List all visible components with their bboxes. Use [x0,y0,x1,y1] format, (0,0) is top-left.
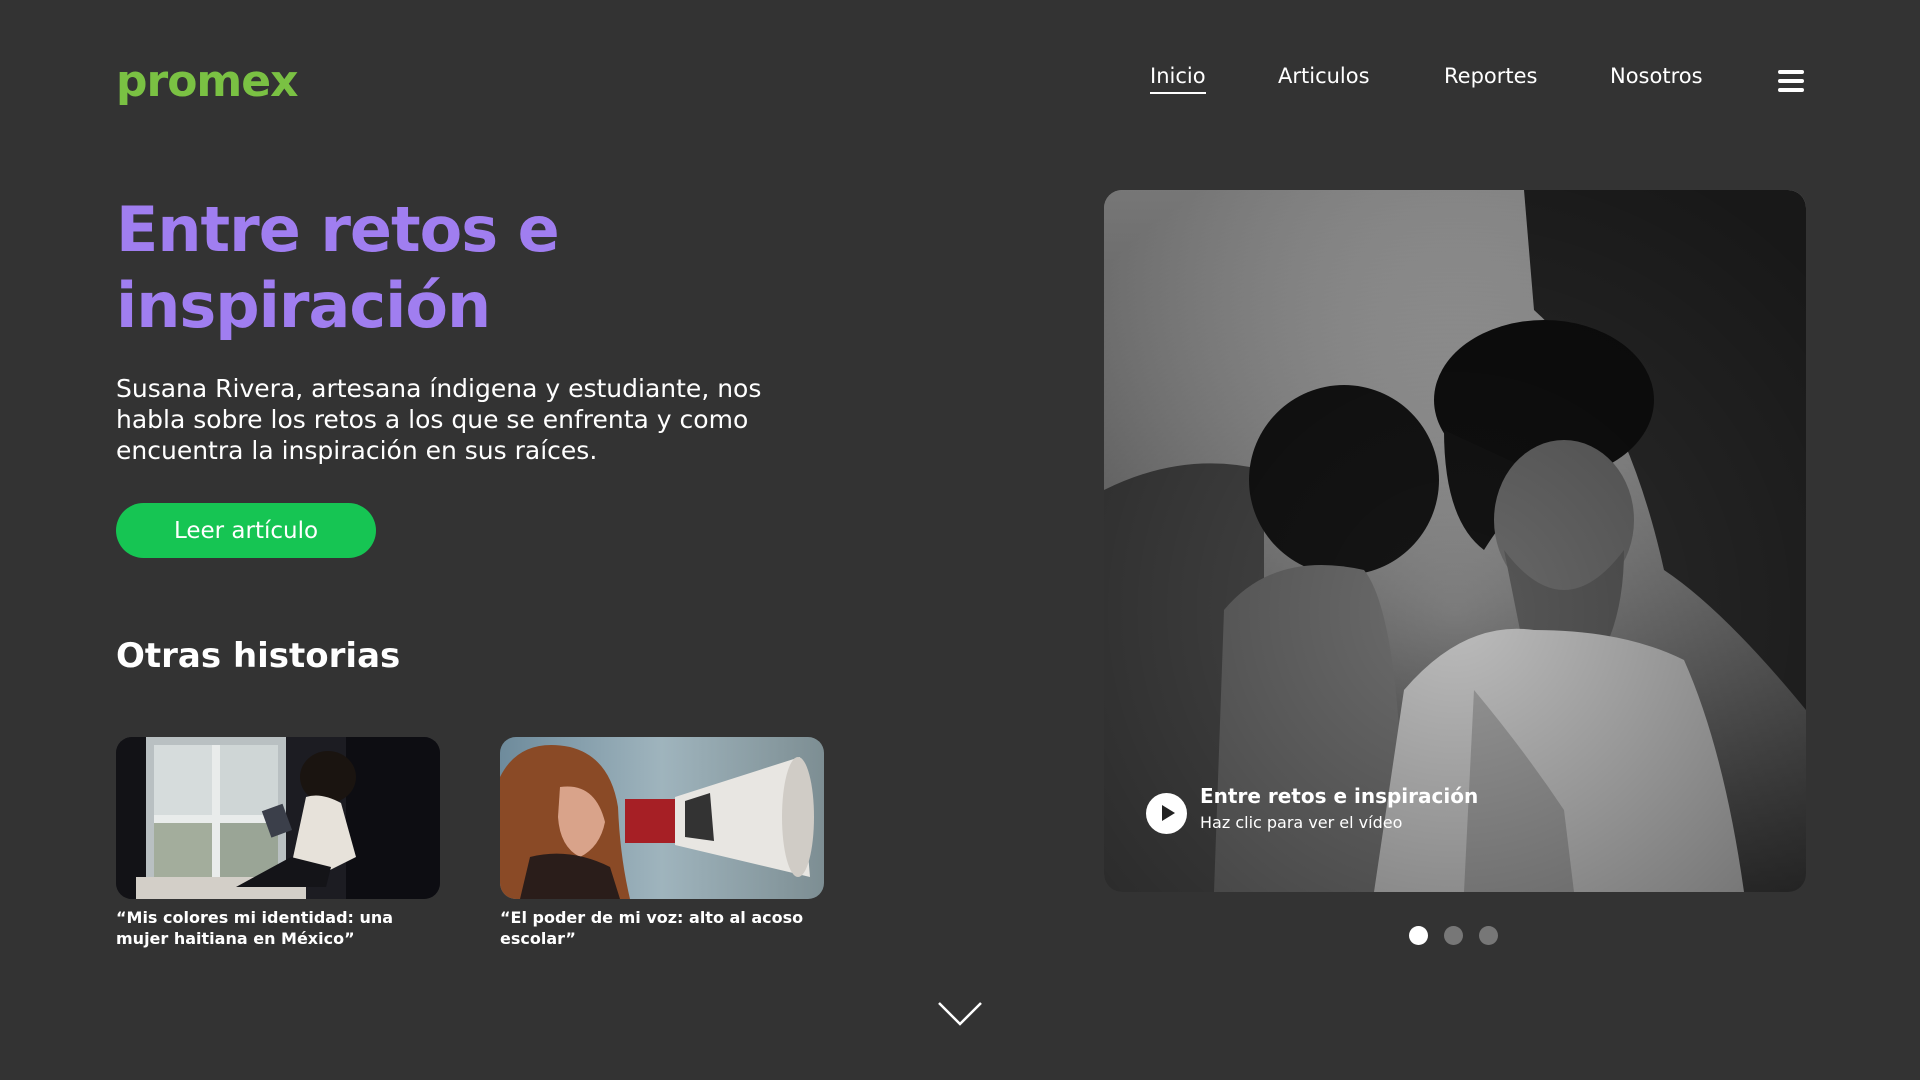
play-icon[interactable] [1146,793,1187,834]
carousel-dot-1[interactable] [1409,926,1428,945]
chevron-down-icon[interactable] [937,1000,983,1028]
read-article-button[interactable]: Leer artículo [116,503,376,558]
carousel-dot-2[interactable] [1444,926,1463,945]
hamburger-menu-icon[interactable] [1778,70,1804,92]
page: promex Inicio Articulos Reportes Nosotro… [0,0,1920,1080]
story-card[interactable]: “El poder de mi voz: alto al acoso escol… [500,737,824,949]
nav-item-articulos[interactable]: Articulos [1278,64,1370,88]
nav-item-inicio[interactable]: Inicio [1150,64,1206,94]
video-subtitle: Haz clic para ver el vídeo [1200,813,1403,832]
story-caption[interactable]: “El poder de mi voz: alto al acoso escol… [500,907,824,949]
story-card[interactable]: “Mis colores mi identidad: una mujer hai… [116,737,440,949]
nav-item-nosotros[interactable]: Nosotros [1610,64,1703,88]
story-caption[interactable]: “Mis colores mi identidad: una mujer hai… [116,907,440,949]
video-title: Entre retos e inspiración [1200,784,1479,808]
logo[interactable]: promex [116,56,298,107]
featured-video[interactable]: Entre retos e inspiración Haz clic para … [1104,190,1806,892]
hero-description: Susana Rivera, artesana índigena y estud… [116,374,762,465]
nav-item-reportes[interactable]: Reportes [1444,64,1537,88]
story-thumbnail-megaphone[interactable] [500,737,824,899]
hero-title: Entre retos e inspiración [116,193,560,342]
carousel-dot-3[interactable] [1479,926,1498,945]
other-stories-heading: Otras historias [116,636,401,676]
story-thumbnail-reading[interactable] [116,737,440,899]
